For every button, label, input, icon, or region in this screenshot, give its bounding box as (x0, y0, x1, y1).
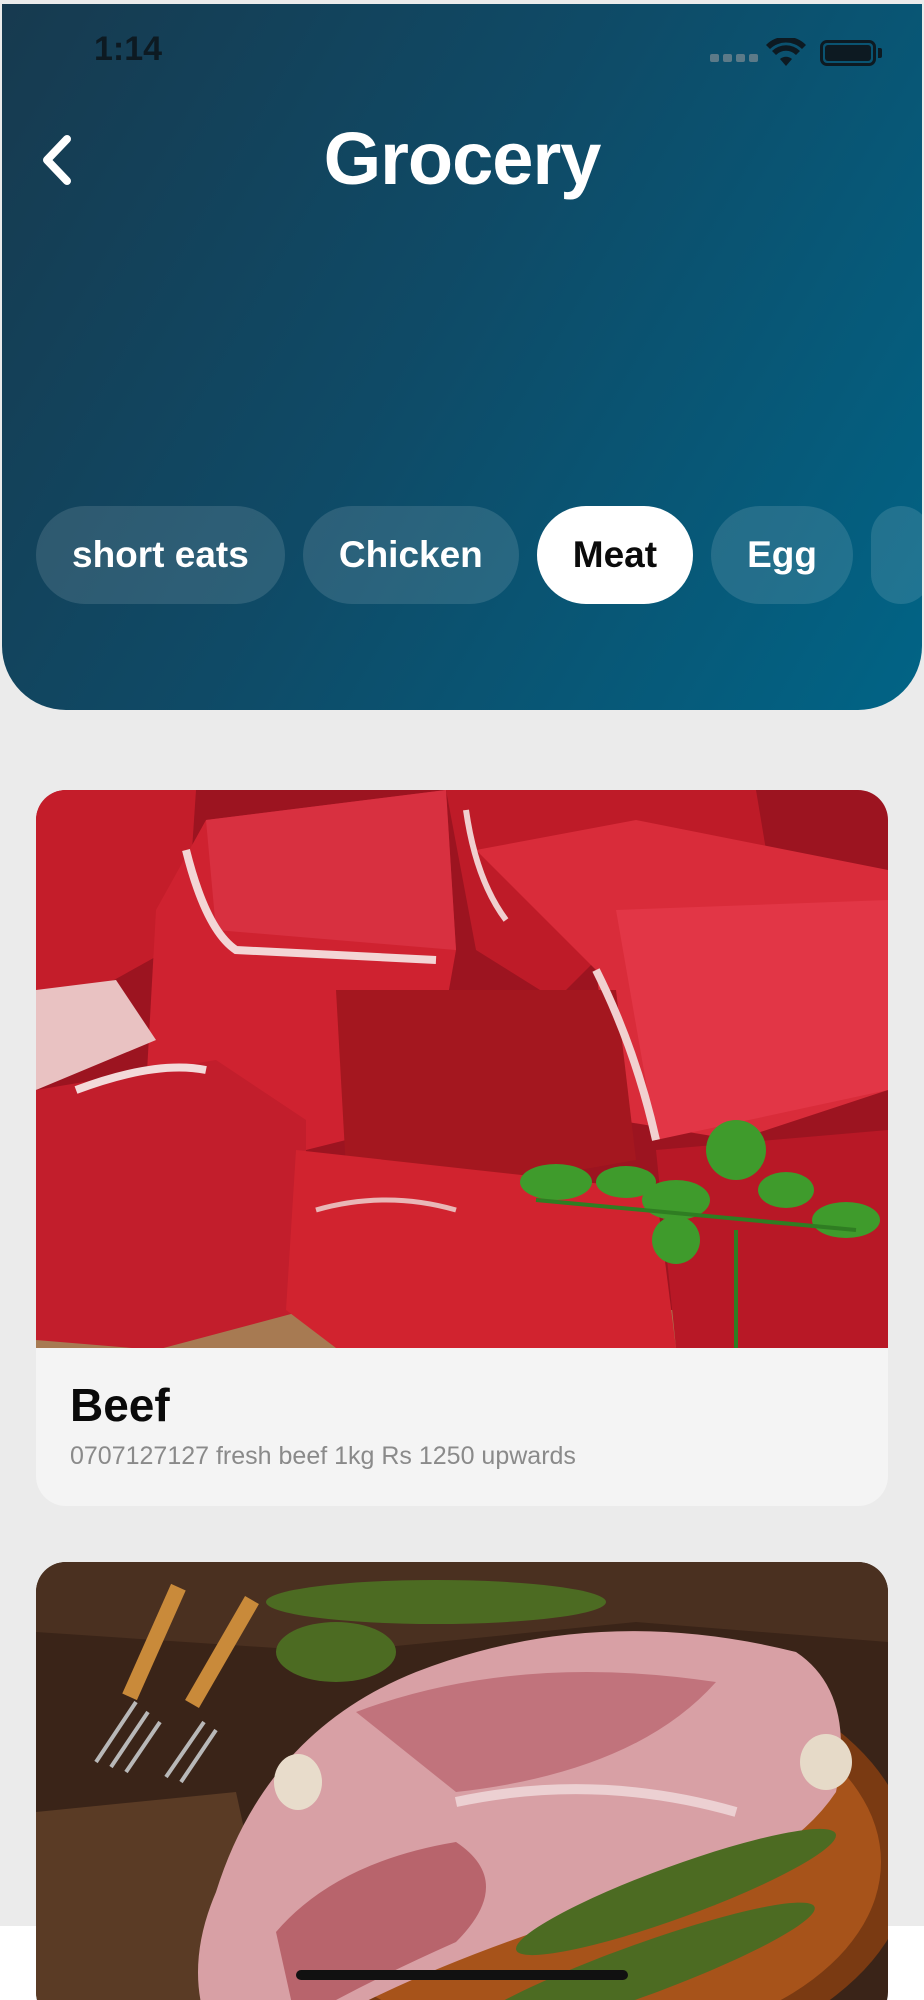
card-body: Beef 0707127127 fresh beef 1kg Rs 1250 u… (36, 1348, 888, 1501)
chip-chicken[interactable]: Chicken (302, 506, 519, 604)
chip-short-eats[interactable]: short eats (36, 506, 285, 604)
grocery-screen: 1:14 Grocery short eats Chicken Meat Egg (0, 0, 924, 2000)
battery-cap (878, 48, 882, 58)
cellular-signal-icon (710, 54, 758, 64)
product-card-beef[interactable]: Beef 0707127127 fresh beef 1kg Rs 1250 u… (36, 790, 888, 1506)
home-indicator[interactable] (296, 1970, 628, 1980)
header: 1:14 Grocery short eats Chicken Meat Egg (2, 4, 922, 710)
category-chips: short eats Chicken Meat Egg (36, 506, 922, 604)
status-time: 1:14 (94, 30, 163, 68)
product-title: Beef (70, 1379, 170, 1431)
beef-photo (36, 790, 888, 1348)
chip-meat[interactable]: Meat (536, 506, 694, 604)
lamb-photo (36, 1562, 888, 2000)
battery-icon (820, 40, 876, 66)
bottom-edge-right (888, 1926, 924, 2000)
product-card-lamb[interactable] (36, 1562, 888, 2000)
status-bar: 1:14 (2, 4, 922, 104)
page-title: Grocery (323, 117, 602, 200)
chip-more[interactable] (870, 506, 922, 604)
bottom-edge-left (0, 1926, 36, 2000)
product-description: 0707127127 fresh beef 1kg Rs 1250 upward… (70, 1442, 576, 1470)
wifi-icon (766, 38, 806, 66)
chip-egg[interactable]: Egg (711, 506, 853, 604)
